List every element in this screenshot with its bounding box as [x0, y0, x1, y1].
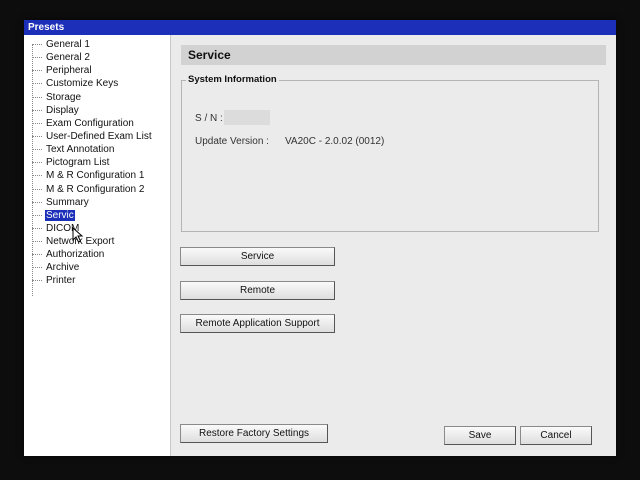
group-legend: System Information	[186, 74, 279, 85]
sidebar-item-label: Summary	[46, 197, 89, 208]
sidebar-item-label: Text Annotation	[46, 144, 115, 155]
sidebar-item-general-2[interactable]: General 2	[32, 51, 91, 64]
window-title: Presets	[24, 20, 616, 35]
serial-number-label: S / N :	[195, 113, 223, 124]
sidebar-tree: General 1 General 2 Peripheral Customize…	[24, 35, 171, 456]
remote-application-support-button[interactable]: Remote Application Support	[180, 314, 335, 333]
sidebar-item-label: Servic	[45, 210, 75, 221]
sidebar-item-authorization[interactable]: Authorization	[32, 248, 105, 261]
sidebar-item-mr-configuration-2[interactable]: M & R Configuration 2	[32, 183, 145, 196]
sidebar-item-customize-keys[interactable]: Customize Keys	[32, 77, 119, 90]
sidebar-item-label: Archive	[46, 262, 80, 273]
sidebar-item-label: M & R Configuration 2	[46, 184, 145, 195]
sidebar-item-user-defined-exam-list[interactable]: User-Defined Exam List	[32, 130, 153, 143]
sidebar-item-label: Pictogram List	[46, 157, 110, 168]
sidebar-item-display[interactable]: Display	[32, 104, 80, 117]
restore-factory-settings-button[interactable]: Restore Factory Settings	[180, 424, 328, 443]
serial-number-value	[224, 110, 270, 125]
sidebar-item-text-annotation[interactable]: Text Annotation	[32, 143, 115, 156]
sidebar-item-label: General 1	[46, 39, 90, 50]
sidebar-item-mr-configuration-1[interactable]: M & R Configuration 1	[32, 169, 145, 182]
service-button[interactable]: Service	[180, 247, 335, 266]
sidebar-item-label: Storage	[46, 92, 82, 103]
save-button[interactable]: Save	[444, 426, 516, 445]
sidebar-item-label: Peripheral	[46, 65, 92, 76]
sidebar-item-label: Authorization	[46, 249, 105, 260]
sidebar-item-archive[interactable]: Archive	[32, 261, 80, 274]
sidebar-item-summary[interactable]: Summary	[32, 196, 90, 209]
sidebar-item-printer[interactable]: Printer	[32, 274, 76, 287]
sidebar-item-label: M & R Configuration 1	[46, 170, 145, 181]
cancel-button[interactable]: Cancel	[520, 426, 592, 445]
sidebar-item-label: Exam Configuration	[46, 118, 134, 129]
sidebar-item-label: Customize Keys	[46, 78, 119, 89]
sidebar-item-exam-configuration[interactable]: Exam Configuration	[32, 117, 135, 130]
update-version-value: VA20C - 2.0.02 (0012)	[285, 136, 385, 147]
update-version-label: Update Version :	[195, 136, 269, 147]
main-panel: Service System Information S / N : Updat…	[171, 35, 616, 456]
sidebar-item-label: Printer	[46, 275, 76, 286]
remote-button[interactable]: Remote	[180, 281, 335, 300]
sidebar-item-label: Display	[46, 105, 79, 116]
presets-window: Presets General 1 General 2 Peripheral C…	[24, 20, 616, 456]
sidebar-item-service[interactable]: Servic	[32, 209, 75, 222]
mouse-pointer-icon	[72, 227, 84, 243]
sidebar-item-pictogram-list[interactable]: Pictogram List	[32, 156, 110, 169]
sidebar-item-label: User-Defined Exam List	[46, 131, 152, 142]
sidebar-item-peripheral[interactable]: Peripheral	[32, 64, 93, 77]
sidebar-item-storage[interactable]: Storage	[32, 91, 82, 104]
sidebar-item-general-1[interactable]: General 1	[32, 38, 91, 51]
sidebar-item-label: General 2	[46, 52, 90, 63]
system-information-group: System Information S / N : Update Versio…	[181, 74, 599, 232]
page-title: Service	[181, 45, 606, 65]
